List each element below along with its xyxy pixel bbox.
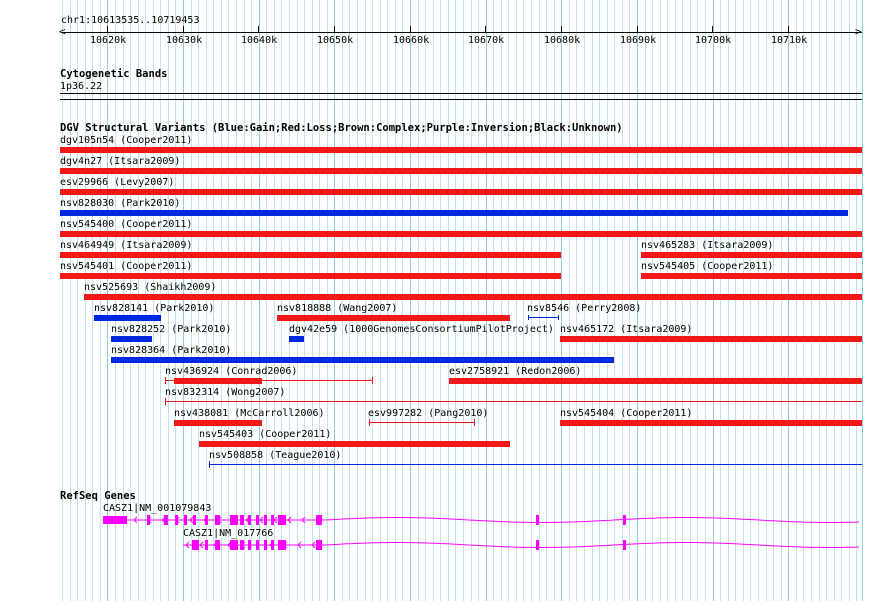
exon	[278, 540, 286, 550]
exon	[264, 515, 267, 525]
exon	[256, 515, 259, 525]
exon	[193, 515, 196, 525]
exon	[205, 540, 208, 550]
exon	[256, 540, 259, 550]
exon	[240, 515, 244, 525]
exon	[271, 515, 274, 525]
exon	[230, 540, 238, 550]
exon	[205, 515, 208, 525]
exon	[230, 515, 238, 525]
exon	[278, 515, 286, 525]
exon	[175, 515, 178, 525]
exon	[623, 515, 626, 525]
exon	[215, 515, 220, 525]
exon	[215, 540, 220, 550]
exon	[248, 515, 251, 525]
exon	[164, 515, 168, 525]
exon	[623, 540, 626, 550]
exon	[192, 540, 199, 550]
exon	[147, 515, 150, 525]
gene-model-casz1-nm-017766[interactable]	[183, 540, 860, 550]
exon	[316, 515, 322, 525]
exon	[240, 540, 244, 550]
gene-model-casz1-nm-001079843[interactable]	[103, 515, 860, 525]
exon	[536, 515, 539, 525]
exon	[264, 540, 267, 550]
exon	[316, 540, 322, 550]
exon	[248, 540, 251, 550]
exon	[184, 515, 187, 525]
genome-browser-view: chr1:10613535..10719453 < > 10620k 10630k…	[0, 0, 890, 601]
exon-utr	[103, 516, 127, 524]
exon	[271, 540, 274, 550]
exon	[536, 540, 539, 550]
gene-models	[103, 515, 860, 550]
